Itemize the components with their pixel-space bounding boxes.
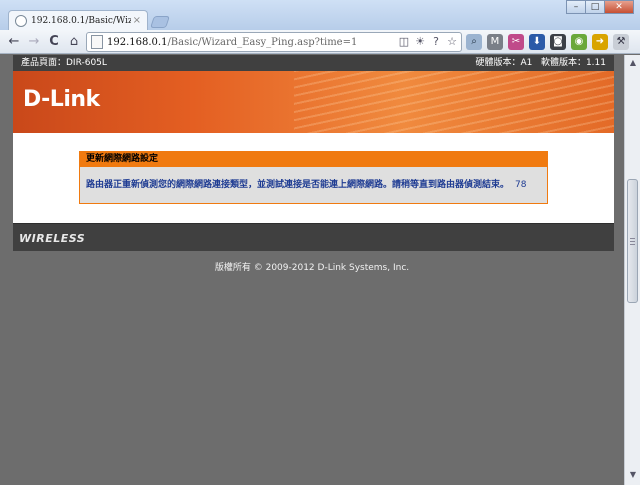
- router-page: 產品頁面：DIR-605L 硬體版本：A1 軟體版本：1.11 D-Link 更…: [13, 55, 614, 251]
- browser-toolbar: ← → C ⌂ 192.168.0.1/Basic/Wizard_Easy_Pi…: [0, 30, 640, 54]
- version-info: 硬體版本：A1 軟體版本：1.11: [475, 58, 606, 68]
- scroll-down-icon[interactable]: ▼: [627, 469, 639, 481]
- address-bar[interactable]: 192.168.0.1/Basic/Wizard_Easy_Ping.asp?t…: [86, 32, 462, 52]
- download-extension-icon[interactable]: ⬇: [529, 34, 545, 50]
- banner-decoration: [294, 71, 614, 133]
- clip-extension-icon[interactable]: ✂: [508, 34, 524, 50]
- page-viewport: 產品頁面：DIR-605L 硬體版本：A1 軟體版本：1.11 D-Link 更…: [0, 55, 624, 485]
- vertical-scrollbar[interactable]: ▲ ▼: [624, 55, 640, 485]
- product-page-label: 產品頁面：DIR-605L: [21, 58, 107, 68]
- countdown-value: 78: [515, 180, 527, 190]
- maximize-button[interactable]: □: [585, 0, 605, 14]
- tab-title: 192.168.0.1/Basic/Wizard_Eas: [31, 15, 131, 26]
- scroll-up-icon[interactable]: ▲: [627, 57, 639, 69]
- tab-favicon-icon: [15, 14, 27, 27]
- browser-titlebar: 192.168.0.1/Basic/Wizard_Eas × – □ ✕: [0, 0, 640, 30]
- mail-extension-icon[interactable]: M: [487, 34, 503, 50]
- tab-close-icon[interactable]: ×: [133, 15, 141, 26]
- progress-dialog: 更新網際網路設定 路由器正重新偵測您的網際網路連接類型，並測試連接是否能連上網際…: [79, 151, 548, 204]
- scrollbar-thumb[interactable]: [627, 179, 638, 303]
- copyright-text: 版權所有 © 2009-2012 D-Link Systems, Inc.: [214, 263, 410, 273]
- dlink-banner: D-Link: [13, 71, 614, 133]
- wireless-logo: WIRELESS: [19, 232, 86, 245]
- page-icon: [91, 35, 103, 49]
- lightbulb-icon[interactable]: ☀: [413, 35, 427, 49]
- globe-extension-icon[interactable]: ◉: [571, 34, 587, 50]
- browser-tab[interactable]: 192.168.0.1/Basic/Wizard_Eas ×: [8, 10, 148, 30]
- minimize-button[interactable]: –: [566, 0, 586, 14]
- wrench-icon[interactable]: ⚒: [613, 34, 629, 50]
- window-controls: – □ ✕: [566, 0, 634, 14]
- dlink-logo: D-Link: [23, 87, 100, 112]
- search-extension-icon[interactable]: ⌕: [466, 34, 482, 50]
- content-area: 更新網際網路設定 路由器正重新偵測您的網際網路連接類型，並測試連接是否能連上網際…: [13, 133, 614, 223]
- info-icon[interactable]: ?: [429, 35, 443, 49]
- url-text[interactable]: 192.168.0.1/Basic/Wizard_Easy_Ping.asp?t…: [107, 37, 357, 48]
- dialog-message: 路由器正重新偵測您的網際網路連接類型，並測試連接是否能連上網際網路。請稍等直到路…: [86, 180, 527, 190]
- reload-button[interactable]: C: [46, 34, 62, 50]
- dialog-title: 更新網際網路設定: [80, 152, 547, 167]
- close-window-button[interactable]: ✕: [604, 0, 634, 14]
- page-action-icon[interactable]: ◫: [397, 35, 411, 49]
- extension-icons: ⌕ M ✂ ⬇ ◙ ◉ ➜ ⚒: [466, 34, 634, 50]
- export-extension-icon[interactable]: ➜: [592, 34, 608, 50]
- forward-button[interactable]: →: [26, 34, 42, 50]
- new-tab-button[interactable]: [150, 16, 170, 28]
- back-button[interactable]: ←: [6, 34, 22, 50]
- camera-extension-icon[interactable]: ◙: [550, 34, 566, 50]
- home-button[interactable]: ⌂: [66, 34, 82, 50]
- bookmark-star-icon[interactable]: ☆: [445, 35, 459, 49]
- info-bar: 產品頁面：DIR-605L 硬體版本：A1 軟體版本：1.11: [13, 55, 614, 71]
- footer-bar: WIRELESS: [13, 223, 614, 251]
